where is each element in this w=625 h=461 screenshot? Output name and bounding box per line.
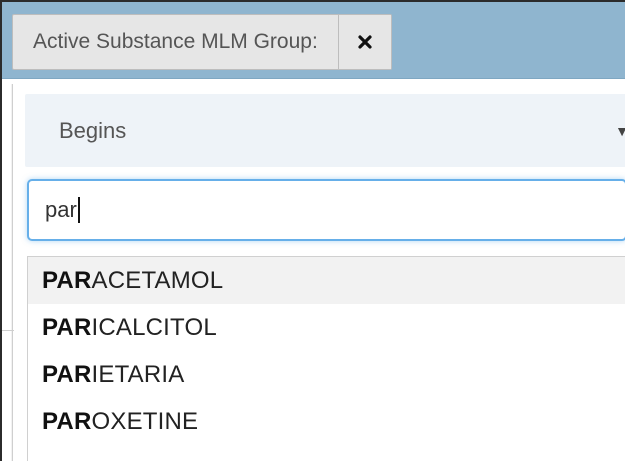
filter-panel: Begins ▼ par PARACETAMOL PARICALCITOL PA… <box>12 84 625 461</box>
autocomplete-item[interactable]: PAR ICALCITOL <box>28 304 625 351</box>
filter-chip-label: Active Substance MLM Group: <box>13 15 339 69</box>
operator-select-value: Begins <box>59 117 127 143</box>
text-cursor <box>77 197 80 223</box>
filter-chip: Active Substance MLM Group: <box>12 14 392 70</box>
autocomplete-item[interactable]: PAR ACETAMOL <box>28 257 625 304</box>
result-rest-text: OXETINE <box>91 407 199 435</box>
operator-select[interactable]: Begins ▼ <box>25 94 625 167</box>
result-rest-text: IETARIA <box>91 360 185 388</box>
result-match-text: PAR <box>42 360 92 388</box>
result-rest-text: ICALCITOL <box>91 313 217 341</box>
search-input-value: par <box>45 197 77 222</box>
autocomplete-item[interactable]: PAR OXETINE <box>28 398 625 445</box>
close-icon[interactable] <box>338 15 391 69</box>
caret-down-icon: ▼ <box>615 123 625 139</box>
divider <box>2 330 14 331</box>
autocomplete-item[interactable]: PAR IETARIA <box>28 351 625 398</box>
filter-header-bar: Active Substance MLM Group: <box>2 2 625 79</box>
search-input[interactable]: par <box>27 179 625 241</box>
filter-popup-frame: Active Substance MLM Group: Begins ▼ par… <box>0 0 625 461</box>
autocomplete-results-list: PAR ACETAMOL PAR ICALCITOL PAR IETARIA PAR O… <box>27 256 625 461</box>
result-match-text: PAR <box>42 313 92 341</box>
result-match-text: PAR <box>42 266 92 294</box>
result-match-text: PAR <box>42 407 92 435</box>
result-rest-text: ACETAMOL <box>91 266 224 294</box>
